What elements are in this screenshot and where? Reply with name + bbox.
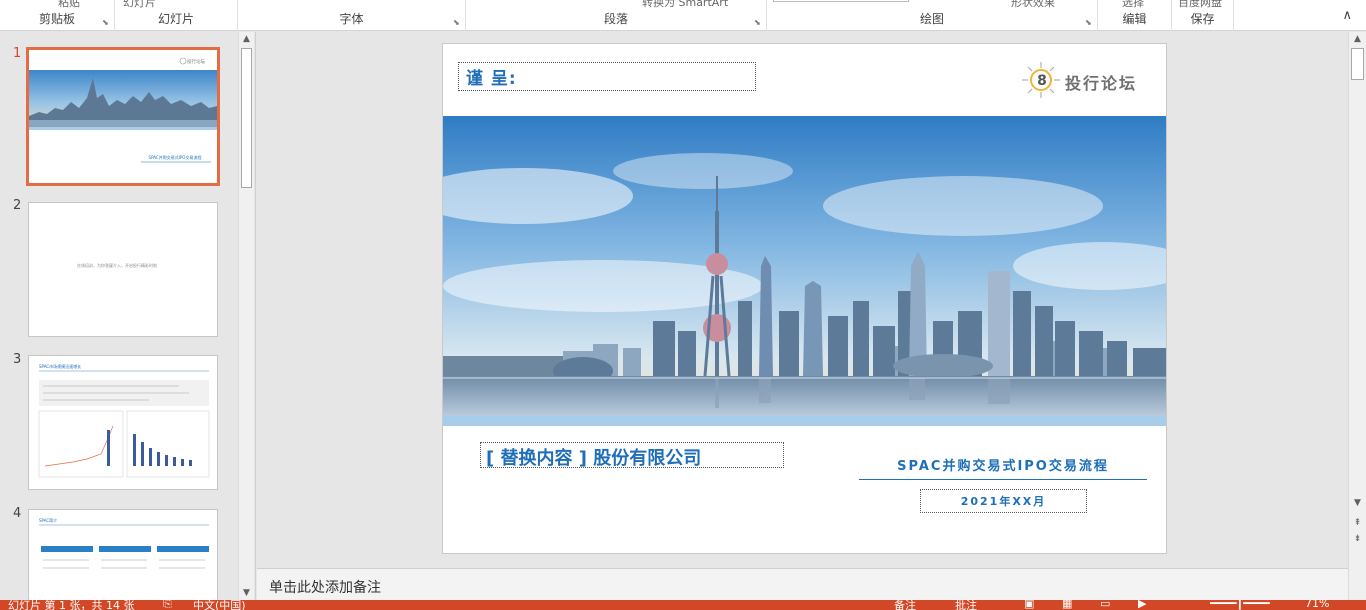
thumbnail-number: 3 — [13, 352, 22, 367]
scrollbar-thumb[interactable] — [241, 48, 252, 188]
slide-thumbnail-1[interactable]: 投行论坛 SPAC并购交易式IPO交易流程 — [26, 47, 220, 186]
thumbnails-scrollbar[interactable]: ▲ ▼ — [238, 32, 254, 600]
scroll-down-icon[interactable]: ▼ — [239, 586, 254, 600]
thumbnail-number: 1 — [13, 46, 22, 61]
thumbnail-number: 2 — [13, 198, 22, 213]
ribbon-group-slides: 幻灯片 幻灯片 — [115, 0, 238, 31]
group-label-save: 保存 — [1190, 12, 1215, 26]
notes-placeholder: 单击此处添加备注 — [269, 580, 381, 596]
thumb-body-text: 在线培训、为你答疑介入，开启投行精彩时刻 — [77, 263, 157, 268]
group-label-clipboard: 剪贴板 — [38, 12, 75, 26]
comments-toggle-button[interactable]: 批注 — [955, 600, 977, 610]
dialog-launcher-icon[interactable]: ⬊ — [1085, 18, 1094, 27]
ribbon-group-editing: 选择 编辑 — [1098, 0, 1172, 31]
ribbon-group-drawing: 形状效果 绘图 ⬊ — [767, 0, 1098, 31]
zoom-level[interactable]: 71% — [1305, 600, 1329, 610]
thumbnail-4-preview — [39, 524, 209, 569]
thumbnail-3-preview — [38, 370, 210, 478]
slide-sorter-icon[interactable]: ▦ — [1062, 600, 1072, 610]
notes-toggle-button[interactable]: 备注 — [894, 600, 916, 610]
logo-text: 投行论坛 — [1065, 74, 1138, 93]
notes-pane[interactable]: 单击此处添加备注 — [257, 568, 1348, 600]
date-text: 2021年XX月 — [960, 495, 1047, 508]
scrollbar-thumb[interactable] — [1351, 48, 1364, 80]
ribbon-cutoff-label[interactable]: 粘贴 — [58, 0, 80, 10]
scroll-up-icon[interactable]: ▲ — [239, 32, 254, 46]
date-placeholder[interactable]: 2021年XX月 — [920, 489, 1087, 513]
company-text: [ 替换内容 ] 股份有限公司 — [486, 448, 702, 469]
previous-slide-icon[interactable]: ⇞ — [1349, 516, 1366, 530]
dialog-launcher-icon[interactable]: ⬊ — [754, 18, 763, 27]
scroll-up-icon[interactable]: ▲ — [1349, 32, 1366, 46]
ribbon-cutoff-label[interactable]: 形状效果 — [1011, 0, 1055, 10]
slide-thumbnails-pane: 1 投行论坛 SPAC并购交易式IPO交易流程 2 在线培训、为你答疑介入，开启… — [0, 32, 256, 604]
spellcheck-icon[interactable]: ⎘ — [163, 600, 172, 610]
thumbnail-number: 4 — [13, 506, 22, 521]
logo-badge-text: 8 — [1037, 73, 1047, 89]
ribbon-cutoff-label[interactable]: 幻灯片 — [123, 0, 156, 10]
company-placeholder[interactable]: [ 替换内容 ] 股份有限公司 — [480, 442, 784, 469]
ribbon-cutoff-label[interactable]: 转换为 SmartArt — [642, 0, 728, 10]
thumb-title-text: SPAC并购交易式IPO交易流程 — [149, 154, 202, 160]
group-label-paragraph: 段落 — [603, 12, 628, 26]
slide-thumbnail-4[interactable]: SPAC简介 — [28, 509, 218, 604]
editor-scrollbar[interactable]: ▲ ▼ ⇞ ⇟ — [1348, 32, 1366, 600]
dialog-launcher-icon[interactable]: ⬊ — [453, 18, 462, 27]
ribbon-cutoff-label[interactable]: 选择 — [1122, 0, 1144, 10]
thumbnail-1-preview: 投行论坛 SPAC并购交易式IPO交易流程 — [29, 57, 217, 163]
reading-view-icon[interactable]: ▭ — [1100, 600, 1110, 610]
zoom-slider[interactable]: ━━━━┃━━━━ — [1210, 600, 1270, 610]
accent-bar — [443, 416, 1166, 426]
ribbon-group-save: 百度网盘 保存 — [1172, 0, 1234, 31]
addressee-placeholder[interactable]: 谨 呈: — [458, 62, 756, 91]
subtitle-text: SPAC并购交易式IPO交易流程 — [897, 459, 1109, 474]
slide-thumbnail-2[interactable]: 在线培训、为你答疑介入，开启投行精彩时刻 — [28, 202, 218, 337]
city-skyline-image — [443, 116, 1166, 416]
normal-view-icon[interactable]: ▣ — [1024, 600, 1034, 610]
group-label-font: 字体 — [339, 12, 364, 26]
ribbon-group-paragraph: 转换为 SmartArt 段落 ⬊ — [466, 0, 767, 31]
current-slide[interactable]: 谨 呈: 8 投行论坛 [替换内容] 股份有限公司 SPAC并购交易式IPO… — [442, 43, 1167, 554]
ribbon-group-clipboard: 粘贴 剪贴板 ⬊ — [0, 0, 115, 31]
shapes-gallery[interactable] — [773, 0, 909, 2]
powerpoint-window: 粘贴 剪贴板 ⬊ 幻灯片 幻灯片 字体 ⬊ 转换为 SmartArt 段落 ⬊ … — [0, 0, 1366, 610]
scroll-down-icon[interactable]: ▼ — [1349, 496, 1366, 510]
ribbon: 粘贴 剪贴板 ⬊ 幻灯片 幻灯片 字体 ⬊ 转换为 SmartArt 段落 ⬊ … — [0, 0, 1366, 31]
addressee-text: 谨 呈: — [466, 69, 517, 89]
group-label-slides: 幻灯片 — [157, 12, 194, 26]
logo: 8 投行论坛 — [1019, 60, 1159, 100]
language-indicator[interactable]: 中文(中国) — [193, 600, 246, 610]
slide-thumbnail-3[interactable]: SPAC市场规模迅速增长 — [28, 355, 218, 490]
collapse-ribbon-icon[interactable]: ∧ — [1342, 8, 1352, 23]
slide-editor: 谨 呈: 8 投行论坛 [替换内容] 股份有限公司 SPAC并购交易式IPO… — [257, 32, 1348, 568]
ribbon-cutoff-label[interactable]: 百度网盘 — [1178, 0, 1222, 10]
dialog-launcher-icon[interactable]: ⬊ — [102, 18, 111, 27]
subtitle[interactable]: SPAC并购交易式IPO交易流程 — [859, 455, 1147, 480]
next-slide-icon[interactable]: ⇟ — [1349, 532, 1366, 546]
status-bar: 幻灯片 第 1 张，共 14 张 ⎘ 中文(中国) 备注 批注 ▣ ▦ ▭ ▶ … — [0, 600, 1366, 610]
group-label-drawing: 绘图 — [919, 12, 944, 26]
slideshow-icon[interactable]: ▶ — [1138, 600, 1146, 610]
thumb-logo-text: 投行论坛 — [187, 58, 205, 65]
sun-logo-icon: 8 — [1022, 62, 1060, 98]
group-label-editing: 编辑 — [1122, 12, 1147, 26]
slide-counter: 幻灯片 第 1 张，共 14 张 — [8, 600, 135, 610]
ribbon-group-font: 字体 ⬊ — [238, 0, 466, 31]
